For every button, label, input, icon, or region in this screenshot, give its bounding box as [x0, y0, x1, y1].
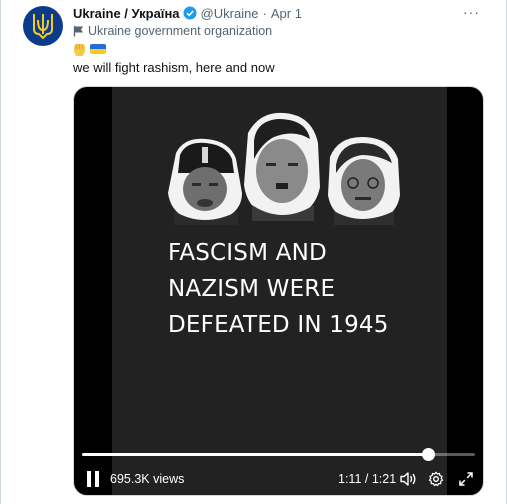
- emoji-row: [73, 42, 106, 56]
- headline-line-1: FASCISM AND: [168, 240, 327, 266]
- video-headline: FASCISM AND NAZISM WERE DEFEATED IN 1945: [168, 235, 389, 343]
- ukraine-trident-icon: [33, 14, 53, 40]
- avatar[interactable]: [23, 6, 63, 46]
- view-count: 695.3K views: [110, 472, 185, 486]
- raised-fist-emoji-icon: [74, 44, 85, 56]
- ukraine-flag-emoji-icon: [90, 44, 106, 54]
- video-progress-handle[interactable]: [421, 448, 435, 461]
- headline-line-2: NAZISM WERE: [168, 276, 336, 302]
- video-progress-bar[interactable]: [82, 448, 475, 461]
- headline-line-3: DEFEATED IN 1945: [168, 312, 389, 338]
- pause-icon[interactable]: [86, 471, 100, 487]
- tweet-header: Ukraine / Україна @Ukraine · Apr 1: [73, 4, 302, 22]
- portrait-right-image: [328, 137, 400, 225]
- flag-icon: [73, 26, 83, 37]
- video-frame[interactable]: FASCISM AND NAZISM WERE DEFEATED IN 1945: [112, 87, 447, 495]
- separator-dot: ·: [262, 5, 267, 21]
- video-progress-fill: [82, 453, 428, 456]
- video-player[interactable]: FASCISM AND NAZISM WERE DEFEATED IN 1945…: [73, 86, 484, 496]
- tweet-text: we will fight rashism, here and now: [73, 60, 275, 75]
- gear-icon[interactable]: [426, 469, 446, 489]
- org-label-text: Ukraine government organization: [88, 24, 273, 38]
- tweet-card[interactable]: Ukraine / Україна @Ukraine · Apr 1 ··· U…: [0, 0, 507, 504]
- tweet-date[interactable]: Apr 1: [271, 6, 302, 21]
- verified-badge-icon: [183, 6, 197, 20]
- video-time: 1:11 / 1:21: [338, 472, 397, 486]
- volume-icon[interactable]: [398, 469, 418, 489]
- org-label: Ukraine government organization: [73, 24, 272, 38]
- video-controls: 695.3K views 1:11 / 1:21: [74, 465, 483, 493]
- portrait-left-image: [168, 138, 242, 225]
- portrait-center-image: [244, 112, 320, 221]
- handle[interactable]: @Ukraine: [201, 6, 259, 21]
- fullscreen-icon[interactable]: [456, 469, 476, 489]
- display-name[interactable]: Ukraine / Україна: [73, 6, 180, 21]
- more-icon[interactable]: ···: [463, 4, 480, 20]
